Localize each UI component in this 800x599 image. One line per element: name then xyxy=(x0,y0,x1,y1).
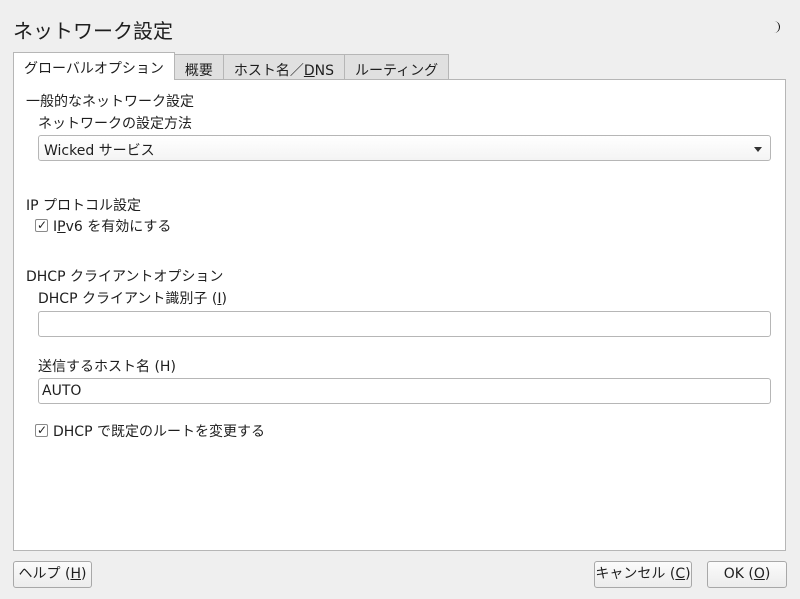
ipv6-label[interactable]: IPv6 を有効にする xyxy=(53,216,171,236)
tab-label-pre: ホスト名／ xyxy=(233,63,304,79)
help-label-mnemonic: H xyxy=(70,566,81,582)
tab-bar: グローバルオプション 概要 ホスト名／DNS ルーティング xyxy=(13,52,450,80)
client-id-label: DHCP クライアント識別子 (I) xyxy=(38,288,227,308)
ok-label-pre: OK ( xyxy=(723,566,754,582)
ok-label-mnemonic: O xyxy=(753,566,765,582)
hostname-input[interactable]: AUTO xyxy=(38,378,771,404)
ipv6-label-mnemonic: P xyxy=(57,219,66,235)
checkmark-icon: ✓ xyxy=(36,218,48,232)
ok-button[interactable]: OK (O) xyxy=(707,561,787,588)
tab-label-post: NS xyxy=(314,63,335,79)
cancel-label-mnemonic: C xyxy=(675,566,686,582)
network-method-select[interactable]: Wicked サービス xyxy=(38,135,771,161)
chevron-down-icon xyxy=(754,147,762,152)
hostname-label: 送信するホスト名 (H) xyxy=(38,359,176,375)
client-id-input[interactable] xyxy=(38,311,771,337)
tab-overview[interactable]: 概要 xyxy=(173,54,224,79)
ip-heading: IP プロトコル設定 xyxy=(26,198,142,214)
tab-hostname-dns[interactable]: ホスト名／DNS xyxy=(222,54,346,79)
default-route-label[interactable]: DHCP で既定のルートを変更する xyxy=(53,421,265,441)
tab-routing[interactable]: ルーティング xyxy=(344,54,450,79)
tab-label: グローバルオプション xyxy=(24,61,164,77)
cancel-label-post: ) xyxy=(685,566,691,582)
method-label: ネットワークの設定方法 xyxy=(38,116,192,132)
help-label-pre: ヘルプ ( xyxy=(18,566,71,582)
client-id-label-pre: DHCP クライアント識別子 ( xyxy=(38,291,218,307)
ipv6-checkbox[interactable]: ✓ xyxy=(35,218,48,232)
help-label-post: ) xyxy=(80,566,87,582)
tab-label-mnemonic: D xyxy=(303,63,315,79)
moon-icon[interactable] xyxy=(770,20,782,34)
dhcp-heading: DHCP クライアントオプション xyxy=(26,269,224,285)
cancel-button[interactable]: キャンセル (C) xyxy=(594,561,692,588)
default-route-checkbox[interactable]: ✓ xyxy=(35,423,48,437)
method-value: Wicked サービス xyxy=(44,143,155,159)
global-options-panel: 一般的なネットワーク設定 ネットワークの設定方法 Wicked サービス IP … xyxy=(13,79,786,551)
tab-global-options[interactable]: グローバルオプション xyxy=(13,52,175,80)
client-id-label-post: ) xyxy=(221,291,227,307)
checkmark-icon: ✓ xyxy=(36,423,48,437)
ok-label-post: ) xyxy=(764,566,771,582)
help-button[interactable]: ヘルプ (H) xyxy=(13,561,92,588)
tab-label: 概要 xyxy=(184,63,213,79)
hostname-value: AUTO xyxy=(42,383,82,399)
cancel-label-pre: キャンセル ( xyxy=(595,566,676,582)
general-heading: 一般的なネットワーク設定 xyxy=(26,94,194,110)
ipv6-label-post: v6 を有効にする xyxy=(65,219,172,235)
tab-label: ルーティング xyxy=(355,63,439,79)
window-title: ネットワーク設定 xyxy=(13,19,173,43)
